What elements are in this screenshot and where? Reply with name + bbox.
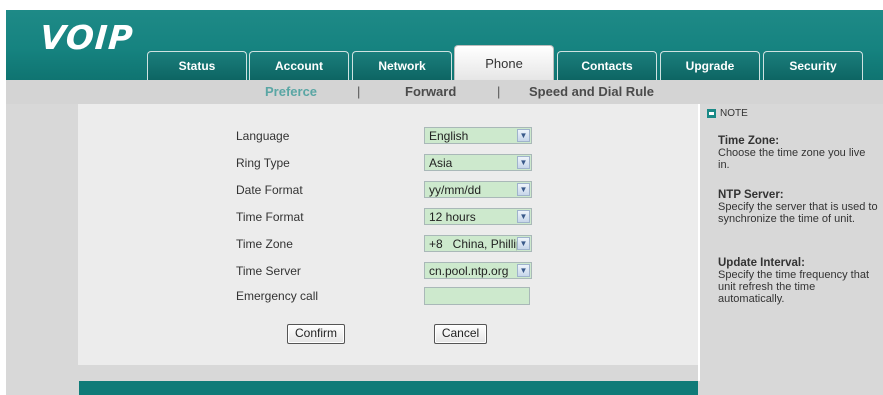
tab-security[interactable]: Security [763,51,863,80]
cancel-button[interactable]: Cancel [434,324,487,344]
time-zone-label: Time Zone [236,237,293,251]
note-time-zone: Time Zone: Choose the time zone you live… [718,135,878,171]
time-server-label: Time Server [236,264,301,278]
tab-network[interactable]: Network [352,51,452,80]
subnav-separator: | [357,84,361,99]
subnav-forward[interactable]: Forward [405,84,456,99]
sub-navigation: Preferce | Forward | Speed and Dial Rule [6,80,883,104]
note-panel: NOTE Time Zone: Choose the time zone you… [700,104,883,381]
time-zone-value: +8 China, Phillip [429,237,517,251]
header-bar: VOIP Status Account Network Phone Contac… [6,10,883,80]
subnav-preferce[interactable]: Preferce [265,84,317,99]
note-icon [707,108,716,118]
note-heading: NOTE [720,108,748,119]
subnav-separator: | [497,84,501,99]
chevron-down-icon[interactable]: ▼ [517,129,530,142]
date-format-select[interactable]: yy/mm/dd ▼ [424,181,532,198]
note-title: NTP Server: [718,189,784,201]
chevron-down-icon[interactable]: ▼ [517,183,530,196]
note-title: Update Interval: [718,257,805,269]
note-title: Time Zone: [718,135,780,147]
note-text: Choose the time zone you live in. [718,147,866,171]
footer-bar [79,381,698,395]
language-select[interactable]: English ▼ [424,127,532,144]
tab-contacts[interactable]: Contacts [557,51,657,80]
footer-right [698,381,883,395]
time-server-value: cn.pool.ntp.org [429,264,509,278]
logo: VOIP [38,18,135,57]
confirm-button[interactable]: Confirm [287,324,345,344]
date-format-label: Date Format [236,183,303,197]
emergency-call-input[interactable] [424,287,530,305]
time-format-select[interactable]: 12 hours ▼ [424,208,532,225]
note-header: NOTE [707,108,748,119]
subnav-speed-dial-rule[interactable]: Speed and Dial Rule [529,84,654,99]
date-format-value: yy/mm/dd [429,183,482,197]
tab-upgrade[interactable]: Upgrade [660,51,760,80]
settings-form-panel [78,104,698,365]
ring-type-select[interactable]: Asia ▼ [424,154,532,171]
time-zone-select[interactable]: +8 China, Phillip ▼ [424,235,532,252]
ring-type-label: Ring Type [236,156,290,170]
note-text: Specify the server that is used to synch… [718,201,878,225]
time-format-label: Time Format [236,210,304,224]
language-value: English [429,129,469,143]
chevron-down-icon[interactable]: ▼ [517,156,530,169]
note-text: Specify the time frequency that unit ref… [718,269,870,305]
chevron-down-icon[interactable]: ▼ [517,237,530,250]
chevron-down-icon[interactable]: ▼ [517,264,530,277]
note-update-interval: Update Interval: Specify the time freque… [718,257,878,305]
time-server-select[interactable]: cn.pool.ntp.org ▼ [424,262,532,279]
language-label: Language [236,129,290,143]
time-format-value: 12 hours [429,210,476,224]
tab-status[interactable]: Status [147,51,247,80]
footer-left [6,381,79,395]
chevron-down-icon[interactable]: ▼ [517,210,530,223]
tab-account[interactable]: Account [249,51,349,80]
ring-type-value: Asia [429,156,453,170]
note-ntp-server: NTP Server: Specify the server that is u… [718,189,878,225]
tab-phone[interactable]: Phone [454,45,554,80]
emergency-call-label: Emergency call [236,289,319,303]
